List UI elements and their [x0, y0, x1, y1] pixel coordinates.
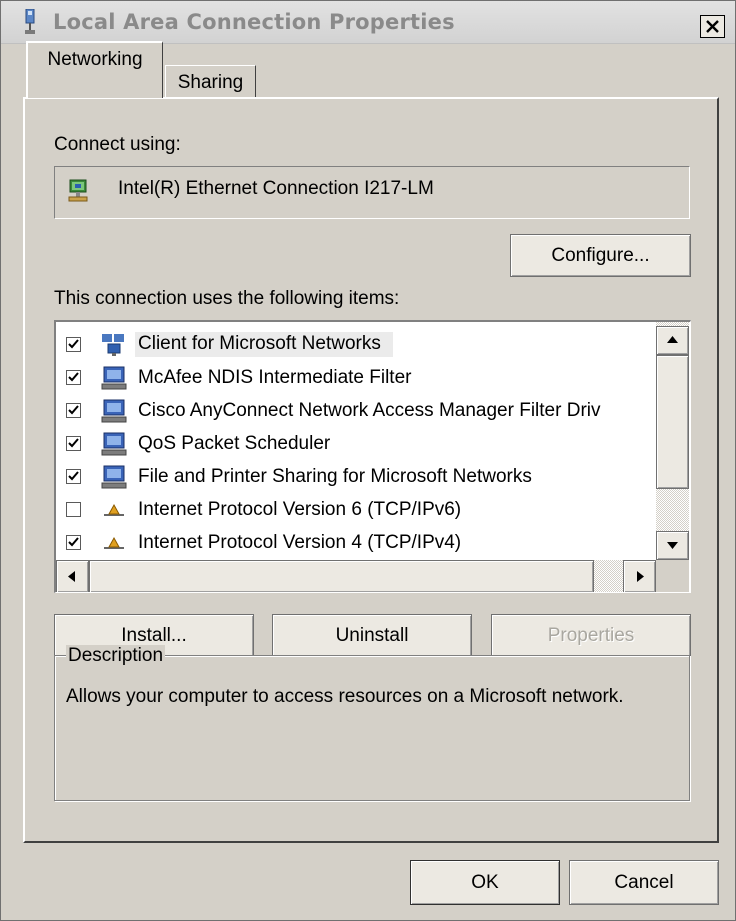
list-item[interactable]: Internet Protocol Version 4 (TCP/IPv4): [56, 526, 656, 559]
horizontal-scrollbar[interactable]: [56, 560, 656, 592]
properties-button[interactable]: Properties: [491, 614, 691, 657]
cancel-button[interactable]: Cancel: [569, 860, 719, 905]
scrollbar-corner: [656, 560, 689, 592]
description-legend: Description: [66, 645, 166, 667]
network-service-icon: [101, 465, 127, 489]
properties-button-label: Properties: [547, 625, 635, 646]
item-checkbox[interactable]: [66, 469, 81, 484]
uninstall-button[interactable]: Uninstall: [272, 614, 472, 657]
scroll-down-button[interactable]: [656, 531, 689, 560]
list-item[interactable]: Client for Microsoft Networks: [56, 328, 656, 361]
connect-using-label: Connect using:: [54, 134, 181, 155]
configure-button-label: Configure...: [551, 245, 650, 266]
checkmark-icon: [68, 372, 79, 382]
scroll-thumb[interactable]: [656, 355, 689, 489]
ok-button[interactable]: OK: [410, 860, 560, 905]
network-adapter-icon: [68, 179, 88, 202]
arrow-left-icon: [68, 571, 75, 582]
configure-button[interactable]: Configure...: [510, 234, 691, 277]
list-item[interactable]: Cisco AnyConnect Network Access Manager …: [56, 394, 656, 427]
item-label: QoS Packet Scheduler: [138, 433, 331, 454]
list-item[interactable]: McAfee NDIS Intermediate Filter: [56, 361, 656, 394]
item-label: Client for Microsoft Networks: [135, 332, 393, 357]
item-checkbox[interactable]: [66, 502, 81, 517]
protocol-icon: [104, 503, 124, 516]
client-checkbox[interactable]: [66, 337, 81, 352]
scroll-right-button[interactable]: [623, 560, 656, 592]
arrow-up-icon: [667, 336, 678, 343]
description-text: Allows your computer to access resources…: [66, 686, 624, 707]
checkmark-icon: [68, 405, 79, 415]
item-checkbox[interactable]: [66, 403, 81, 418]
list-item[interactable]: Internet Protocol Version 6 (TCP/IPv6): [56, 493, 656, 526]
item-label: File and Printer Sharing for Microsoft N…: [138, 466, 532, 487]
scroll-up-button[interactable]: [656, 326, 689, 355]
item-label: Internet Protocol Version 4 (TCP/IPv4): [138, 532, 462, 553]
cancel-button-label: Cancel: [614, 872, 674, 893]
item-label: Cisco AnyConnect Network Access Manager …: [138, 400, 601, 421]
uninstall-button-label: Uninstall: [335, 625, 409, 646]
adapter-field: Intel(R) Ethernet Connection I217-LM: [54, 166, 690, 219]
protocol-icon: [104, 536, 124, 549]
arrow-right-icon: [637, 571, 644, 582]
item-checkbox[interactable]: [66, 370, 81, 385]
network-service-icon: [101, 432, 127, 456]
arrow-down-icon: [667, 542, 678, 549]
network-client-icon: [102, 334, 124, 356]
item-label: McAfee NDIS Intermediate Filter: [138, 367, 412, 388]
item-label: Internet Protocol Version 6 (TCP/IPv6): [138, 499, 462, 520]
ok-button-label: OK: [471, 872, 499, 893]
components-list[interactable]: Client for Microsoft Networks McAfee NDI…: [54, 320, 691, 593]
scroll-thumb-horizontal[interactable]: [89, 560, 594, 592]
checkmark-icon: [68, 471, 79, 481]
list-item[interactable]: QoS Packet Scheduler: [56, 427, 656, 460]
install-button-label: Install...: [121, 625, 187, 646]
network-service-icon: [101, 399, 127, 423]
item-checkbox[interactable]: [66, 436, 81, 451]
checkmark-icon: [68, 438, 79, 448]
item-checkbox[interactable]: [66, 535, 81, 550]
scroll-left-button[interactable]: [56, 560, 89, 592]
items-label: This connection uses the following items…: [54, 288, 400, 309]
checkmark-icon: [68, 339, 79, 349]
list-item[interactable]: File and Printer Sharing for Microsoft N…: [56, 460, 656, 493]
network-service-icon: [101, 366, 127, 390]
vertical-scrollbar[interactable]: [656, 322, 689, 560]
checkmark-icon: [68, 537, 79, 547]
description-group: [54, 655, 690, 801]
adapter-name: Intel(R) Ethernet Connection I217-LM: [118, 178, 434, 199]
